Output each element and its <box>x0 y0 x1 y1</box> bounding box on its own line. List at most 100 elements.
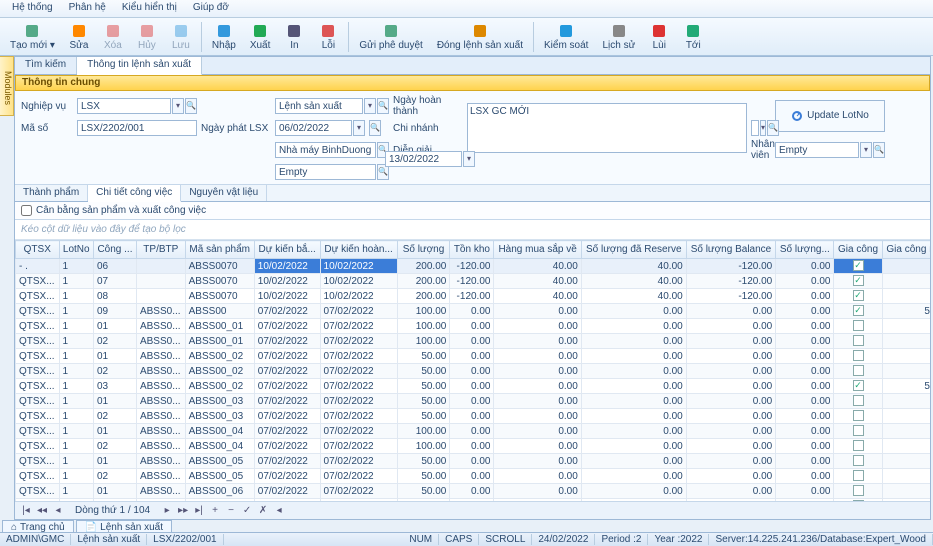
nav-first-icon[interactable]: |◂ <box>19 505 33 516</box>
chinhanh-search-icon[interactable]: 🔍 <box>767 120 779 136</box>
nav-prevpage-icon[interactable]: ◂◂ <box>35 505 49 516</box>
giacong-checkbox[interactable] <box>853 410 864 421</box>
toolbar-sửa[interactable]: Sửa <box>63 20 95 54</box>
tab-order-info[interactable]: Thông tin lệnh sản xuất <box>77 57 202 75</box>
giacong-checkbox[interactable] <box>853 305 864 316</box>
nav-ok-icon[interactable]: ✓ <box>240 505 254 516</box>
col-7[interactable]: Số lượng <box>397 241 450 259</box>
nghiepvu-search-icon[interactable]: 🔍 <box>185 98 197 114</box>
modules-sidebar-tab[interactable]: Modules <box>0 56 14 116</box>
giacong-checkbox[interactable] <box>853 380 864 391</box>
giacong-checkbox[interactable] <box>853 335 864 346</box>
menu-module[interactable]: Phân hệ <box>61 0 114 17</box>
giacong-checkbox[interactable] <box>853 320 864 331</box>
table-row[interactable]: - .106ABSS007010/02/202210/02/2022200.00… <box>16 259 931 274</box>
toolbar-tới[interactable]: Tới <box>677 20 709 54</box>
tab-chitiet[interactable]: Chi tiết công việc <box>88 185 181 202</box>
nghiepvu-input[interactable] <box>77 98 171 114</box>
nav-left-icon[interactable]: ◂ <box>272 505 286 516</box>
nhamay-input[interactable] <box>275 142 376 158</box>
giacong-checkbox[interactable] <box>853 455 864 466</box>
table-row[interactable]: QTSX...102ABSS0...ABSS00_0107/02/202207/… <box>16 334 931 349</box>
toolbar-lỗi[interactable]: Lỗi <box>312 20 344 54</box>
loai-dropdown-icon[interactable]: ▾ <box>364 98 376 114</box>
col-6[interactable]: Dự kiến hoàn... <box>320 241 397 259</box>
nhanvien-search-icon[interactable]: 🔍 <box>873 142 885 158</box>
col-9[interactable]: Hàng mua sắp về <box>494 241 581 259</box>
ngayhoan-cal-icon[interactable]: ▾ <box>463 151 475 167</box>
giacong-checkbox[interactable] <box>853 365 864 376</box>
chinhanh-input[interactable] <box>751 120 759 136</box>
col-11[interactable]: Số lượng Balance <box>686 241 776 259</box>
table-row[interactable]: QTSX...101ABSS0...ABSS00_0507/02/202207/… <box>16 454 931 469</box>
update-lotno-button[interactable]: Update LotNo <box>775 100 885 132</box>
toolbar-tạo-mới[interactable]: Tạo mới ▾ <box>4 20 61 54</box>
tab-nguyenlieu[interactable]: Nguyên vật liệu <box>181 185 267 201</box>
col-2[interactable]: Công ... <box>93 241 136 259</box>
nav-prev-icon[interactable]: ◂ <box>51 505 65 516</box>
nav-nextpage-icon[interactable]: ▸▸ <box>176 505 190 516</box>
balance-checkbox[interactable] <box>21 205 32 216</box>
toolbar-nhập[interactable]: Nhập <box>206 20 242 54</box>
menu-view[interactable]: Kiểu hiển thị <box>114 0 185 17</box>
toolbar-đóng-lệnh-sản-xuất[interactable]: Đóng lệnh sản xuất <box>431 20 529 54</box>
table-row[interactable]: QTSX...107ABSS007010/02/202210/02/202220… <box>16 274 931 289</box>
table-row[interactable]: QTSX...101ABSS0...ABSS00_0207/02/202207/… <box>16 349 931 364</box>
toolbar-kiểm-soát[interactable]: Kiểm soát <box>538 20 594 54</box>
giacong-checkbox[interactable] <box>853 275 864 286</box>
nhanvien-dropdown-icon[interactable]: ▾ <box>860 142 872 158</box>
table-row[interactable]: QTSX...103ABSS0...ABSS00_0207/02/202207/… <box>16 379 931 394</box>
table-row[interactable]: QTSX...109ABSS0...ABSS0007/02/202207/02/… <box>16 304 931 319</box>
table-row[interactable]: QTSX...102ABSS0...ABSS00_0207/02/202207/… <box>16 364 931 379</box>
toolbar-lịch-sử[interactable]: Lịch sử <box>596 20 641 54</box>
col-8[interactable]: Tồn kho <box>450 241 494 259</box>
grid-scroll[interactable]: QTSXLotNoCông ...TP/BTPMã sản phẩmDự kiế… <box>15 240 930 501</box>
tab-thanhpham[interactable]: Thành phẩm <box>15 185 88 201</box>
toolbar-in[interactable]: In <box>278 20 310 54</box>
giacong-checkbox[interactable] <box>853 290 864 301</box>
table-row[interactable]: QTSX...101ABSS0...ABSS00_0607/02/202207/… <box>16 484 931 499</box>
giacong-checkbox[interactable] <box>853 440 864 451</box>
nav-del-icon[interactable]: − <box>224 505 238 516</box>
diengiai-textarea[interactable]: LSX GC MỚI <box>467 103 747 153</box>
col-4[interactable]: Mã sản phẩm <box>185 241 254 259</box>
col-1[interactable]: LotNo <box>59 241 93 259</box>
giacong-checkbox[interactable] <box>853 485 864 496</box>
nav-add-icon[interactable]: + <box>208 505 222 516</box>
table-row[interactable]: QTSX...101ABSS0...ABSS00_0407/02/202207/… <box>16 424 931 439</box>
giacong-checkbox[interactable] <box>853 395 864 406</box>
nv2-input[interactable] <box>275 164 376 180</box>
ngayphat-input[interactable] <box>275 120 352 136</box>
giacong-checkbox[interactable] <box>853 425 864 436</box>
table-row[interactable]: QTSX...101ABSS0...ABSS00_0107/02/202207/… <box>16 319 931 334</box>
col-3[interactable]: TP/BTP <box>136 241 185 259</box>
ngayhoan-input[interactable] <box>385 151 462 167</box>
col-5[interactable]: Dự kiến bắ... <box>254 241 320 259</box>
table-row[interactable]: QTSX...101ABSS0...ABSS00_0307/02/202207/… <box>16 394 931 409</box>
grid-group-hint[interactable]: Kéo cột dữ liệu vào đây để tạo bộ lọc <box>15 220 930 240</box>
giacong-checkbox[interactable] <box>853 470 864 481</box>
tab-search[interactable]: Tìm kiếm <box>15 57 77 74</box>
giacong-checkbox[interactable] <box>853 260 864 271</box>
loai-input[interactable] <box>275 98 363 114</box>
table-row[interactable]: QTSX...108ABSS007010/02/202210/02/202220… <box>16 289 931 304</box>
menu-help[interactable]: Giúp đỡ <box>185 0 237 17</box>
table-row[interactable]: QTSX...102ABSS0...ABSS00_0307/02/202207/… <box>16 409 931 424</box>
nghiepvu-dropdown-icon[interactable]: ▾ <box>172 98 184 114</box>
nhanvien-input[interactable] <box>775 142 859 158</box>
col-13[interactable]: Gia công <box>834 241 882 259</box>
col-12[interactable]: Số lượng... <box>776 241 834 259</box>
menu-system[interactable]: Hệ thống <box>4 0 61 17</box>
col-14[interactable]: Gia công mua <box>882 241 930 259</box>
col-0[interactable]: QTSX <box>16 241 60 259</box>
toolbar-lùi[interactable]: Lùi <box>643 20 675 54</box>
toolbar-xuất[interactable]: Xuất <box>244 20 277 54</box>
nav-cancel-icon[interactable]: ✗ <box>256 505 270 516</box>
chinhanh-dropdown-icon[interactable]: ▾ <box>760 120 766 136</box>
table-row[interactable]: QTSX...102ABSS0...ABSS00_0507/02/202207/… <box>16 469 931 484</box>
ngayphat-cal-icon[interactable]: ▾ <box>353 120 365 136</box>
giacong-checkbox[interactable] <box>853 350 864 361</box>
ngayphat-search-icon[interactable]: 🔍 <box>369 120 381 136</box>
col-10[interactable]: Số lượng đã Reserve <box>581 241 686 259</box>
table-row[interactable]: QTSX...102ABSS0...ABSS00_0407/02/202207/… <box>16 439 931 454</box>
